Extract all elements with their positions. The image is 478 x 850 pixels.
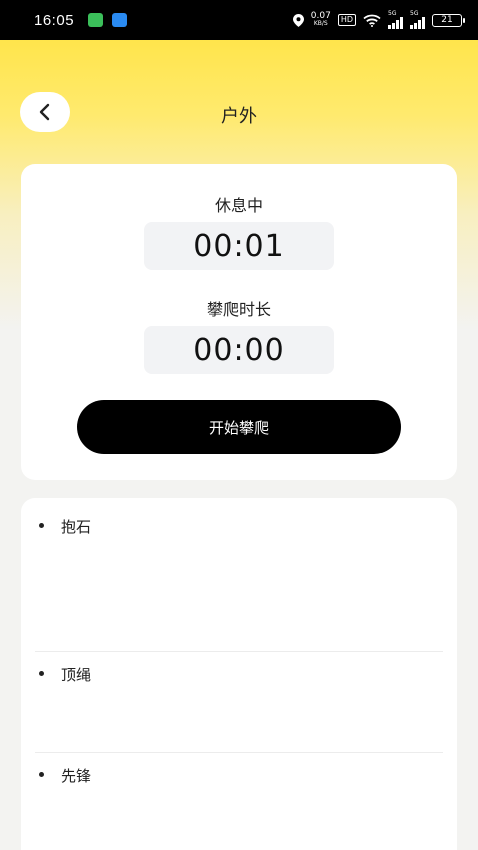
message-app-icon [88,13,104,27]
divider [35,752,443,753]
list-item-label: 先锋 [61,767,92,785]
list-item-label: 抱石 [61,518,92,536]
rest-label: 休息中 [214,196,263,215]
wifi-icon [363,14,381,27]
list-item-label: 顶绳 [61,666,92,684]
rest-time-display: 00:01 [144,222,334,270]
divider [35,651,443,652]
network-speed: 0.07 KB/S [310,11,331,28]
navigation-app-icon [112,13,128,27]
start-climbing-button[interactable]: 开始攀爬 [77,400,401,454]
page-title: 户外 [221,106,257,127]
timer-card: 休息中 00:01 攀爬时长 00:00 开始攀爬 [21,164,457,480]
cellular-signal-2: 5G [410,11,425,29]
hd-badge: HD [337,14,356,26]
location-icon [292,13,304,27]
status-time: 16:05 [34,11,75,29]
climb-time-display: 00:00 [144,326,334,374]
status-indicators: 0.07 KB/S HD 5G 5G 21 [292,11,465,29]
climb-duration-label: 攀爬时长 [206,300,271,319]
cellular-signal-1: 5G [388,11,403,29]
status-bar: 16:05 0.07 KB/S HD 5G 5G 21 [0,0,478,40]
battery-icon: 21 [432,13,465,27]
page-header: 户外 [0,90,478,136]
climb-type-list: 抱石 顶绳 先锋 [21,498,457,850]
bullet-icon [39,671,44,676]
bullet-icon [39,772,44,777]
bullet-icon [39,523,44,528]
